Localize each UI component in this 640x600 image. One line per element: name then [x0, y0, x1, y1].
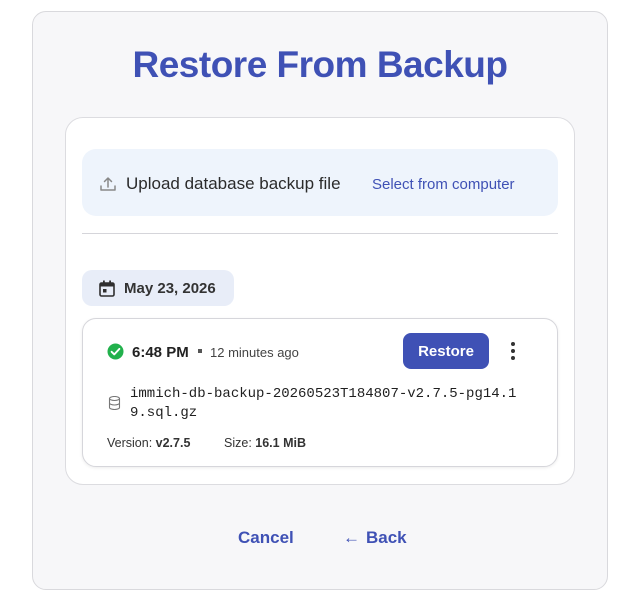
database-icon — [108, 396, 121, 410]
restore-button[interactable]: Restore — [403, 333, 489, 369]
size-value: 16.1 MiB — [255, 436, 306, 450]
arrow-left-icon: ← — [343, 528, 360, 547]
backup-filename: immich-db-backup-20260523T184807-v2.7.5-… — [130, 386, 517, 421]
back-label: Back — [366, 528, 407, 547]
date-label: May 23, 2026 — [124, 280, 216, 297]
version-value: v2.7.5 — [155, 436, 191, 450]
select-from-computer-link[interactable]: Select from computer — [372, 176, 515, 193]
calendar-icon — [99, 280, 115, 297]
size-info: Size: 16.1 MiB — [224, 436, 306, 450]
upload-icon — [100, 177, 116, 191]
page-title: Restore From Backup — [132, 44, 509, 85]
version-label: Version: — [107, 436, 153, 450]
separator-dot — [198, 349, 202, 353]
backup-time: 6:48 PM — [132, 344, 189, 361]
backup-relative-time: 12 minutes ago — [210, 345, 299, 360]
size-label: Size: — [224, 436, 252, 450]
back-button[interactable]: ← Back — [343, 528, 407, 548]
more-vertical-icon[interactable] — [505, 341, 521, 361]
upload-label: Upload database backup file — [126, 174, 341, 193]
version-info: Version: v2.7.5 — [107, 436, 190, 450]
cancel-button[interactable]: Cancel — [238, 528, 294, 548]
check-circle-icon — [107, 343, 124, 360]
divider — [82, 233, 558, 234]
